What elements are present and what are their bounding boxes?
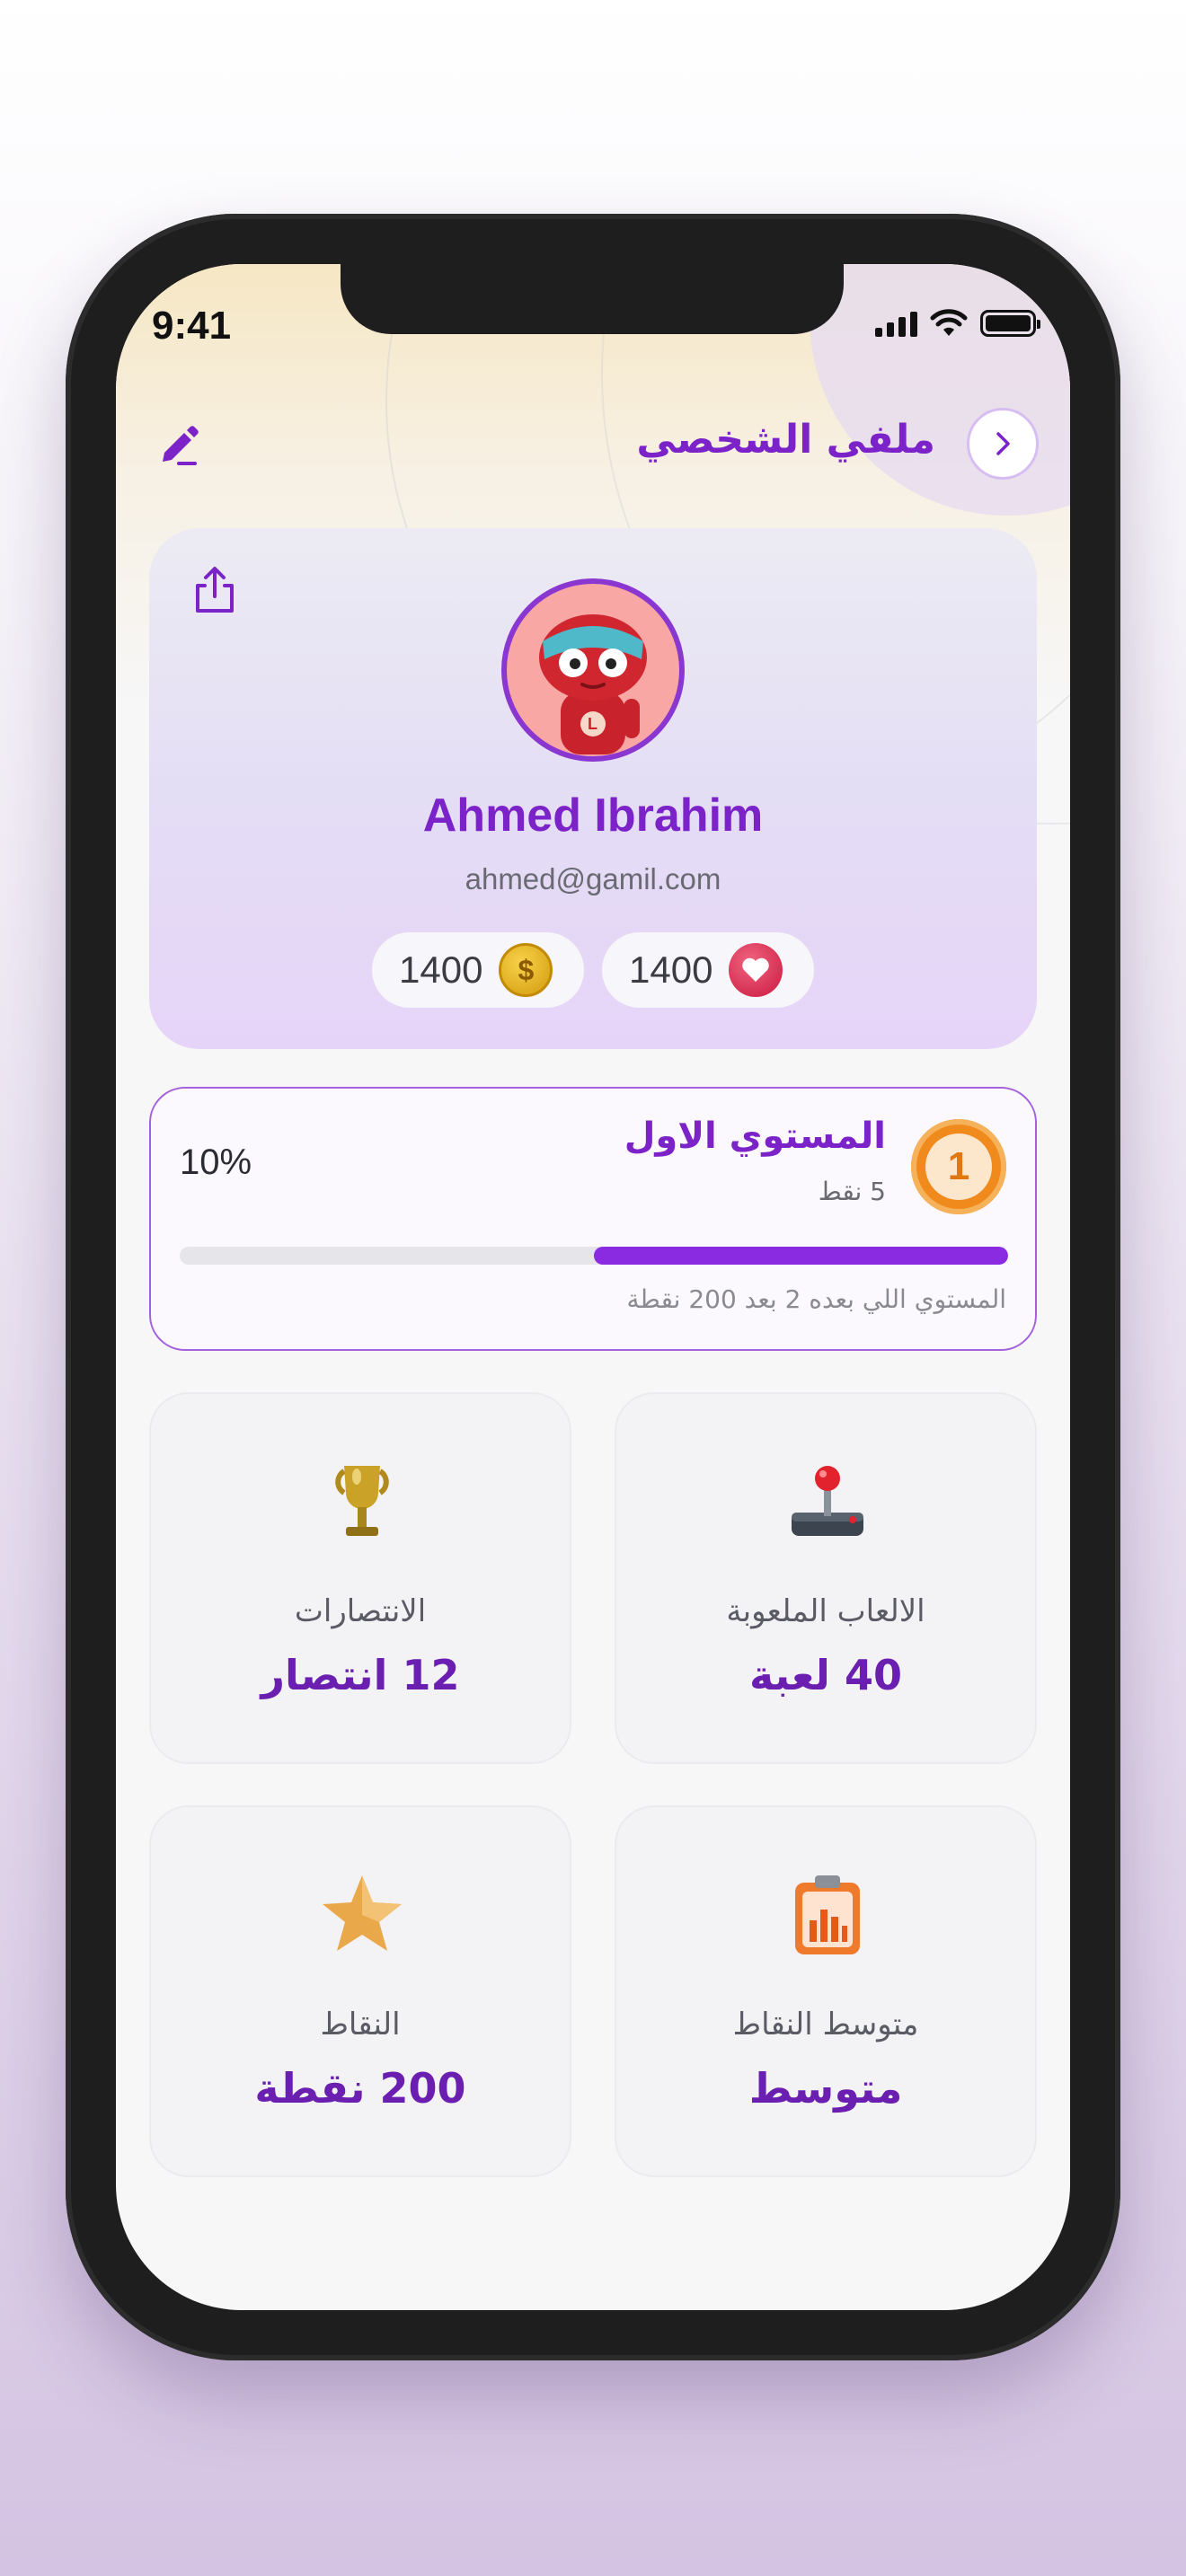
level-points: 5 نقط <box>818 1177 886 1206</box>
stat-card-average-points[interactable]: متوسط النقاط متوسط <box>615 1805 1037 2177</box>
stat-value: 200 نقطة <box>254 2064 466 2113</box>
user-name: Ahmed Ibrahim <box>422 790 764 842</box>
phone-frame: 9:41 ملفي الشخصي L Ahmed Ibrahim ahmed@g… <box>66 214 1120 2360</box>
edit-button[interactable] <box>152 417 206 471</box>
stat-label: متوسط النقاط <box>732 2007 919 2042</box>
chevron-right-icon <box>996 432 1010 455</box>
stat-value: 12 انتصار <box>261 1651 460 1699</box>
star-icon <box>323 1875 402 1951</box>
page-title: ملفي الشخصي <box>636 417 935 463</box>
pencil-icon <box>163 426 199 465</box>
joystick-icon <box>792 1466 863 1536</box>
cellular-signal-icon <box>875 310 917 337</box>
stat-label: الانتصارات <box>294 1593 427 1629</box>
level-percent: 10% <box>180 1142 252 1182</box>
level-progress-fill <box>594 1247 1008 1265</box>
level-title: المستوي الاول <box>624 1116 886 1157</box>
level-card: 1 المستوي الاول 5 نقط 10% المستوي اللي ب… <box>149 1087 1037 1351</box>
wifi-icon <box>930 309 968 336</box>
profile-card: L Ahmed Ibrahim ahmed@gamil.com 1400 $ 1… <box>149 528 1037 1049</box>
stat-value: 40 لعبة <box>749 1651 902 1699</box>
hearts-pill: 1400 <box>602 932 814 1008</box>
share-icon <box>196 567 234 613</box>
status-time: 9:41 <box>152 304 232 348</box>
clipboard-chart-icon <box>795 1875 860 1954</box>
stat-label: النقاط <box>320 2007 401 2042</box>
battery-icon <box>980 310 1040 337</box>
level-progress-track <box>180 1247 1008 1265</box>
robot-avatar-icon: L <box>539 614 647 754</box>
coins-value: 1400 <box>399 948 483 991</box>
trophy-icon <box>335 1466 389 1536</box>
stat-card-wins[interactable]: الانتصارات 12 انتصار <box>149 1392 571 1764</box>
avatar: L <box>501 578 685 762</box>
page-header: ملفي الشخصي <box>116 399 1070 489</box>
level-number: 1 <box>925 1134 992 1200</box>
svg-text:L: L <box>588 715 597 733</box>
back-button[interactable] <box>967 408 1039 480</box>
next-level-text: المستوي اللي بعده 2 بعد 200 نقطة <box>626 1284 1006 1314</box>
status-icons <box>875 309 1040 338</box>
hearts-value: 1400 <box>629 948 713 991</box>
screen: 9:41 ملفي الشخصي L Ahmed Ibrahim ahmed@g… <box>116 264 1070 2310</box>
stat-label: الالعاب الملعوبة <box>726 1593 925 1629</box>
coin-icon: $ <box>499 943 553 997</box>
user-email: ahmed@gamil.com <box>465 862 721 895</box>
share-button[interactable] <box>187 562 243 618</box>
notch <box>341 264 844 334</box>
stat-card-points[interactable]: النقاط 200 نقطة <box>149 1805 571 2177</box>
coins-pill: 1400 $ <box>372 932 584 1008</box>
heart-icon <box>729 943 783 997</box>
stat-card-games-played[interactable]: الالعاب الملعوبة 40 لعبة <box>615 1392 1037 1764</box>
level-badge: 1 <box>911 1119 1006 1214</box>
stat-value: متوسط <box>748 2064 903 2113</box>
